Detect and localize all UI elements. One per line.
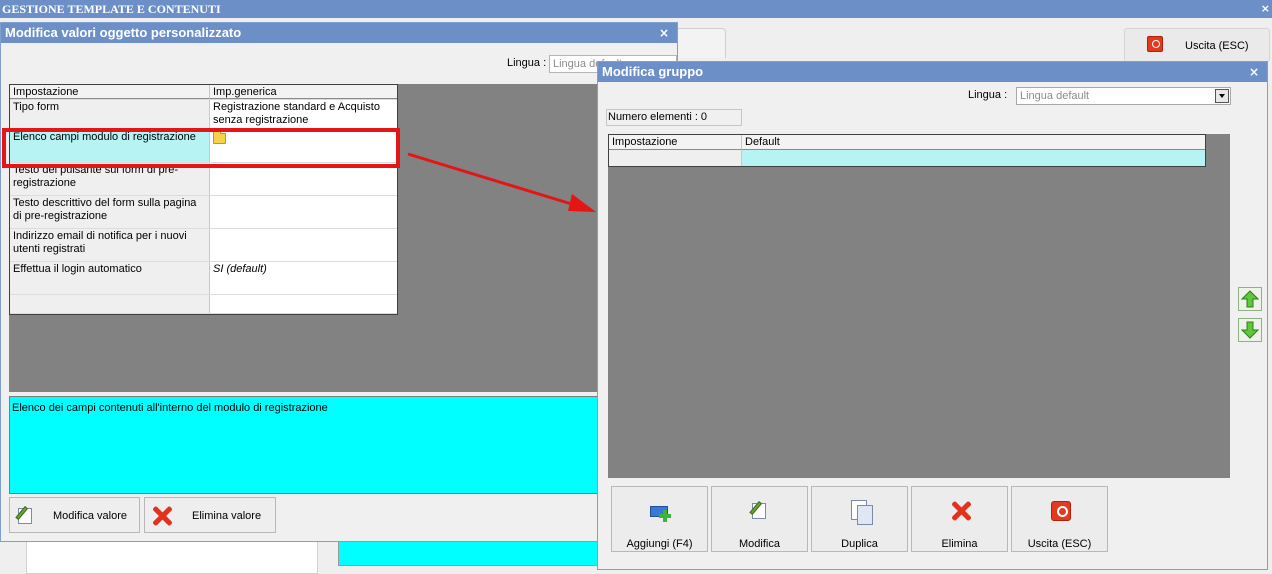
table-row[interactable]: Tipo form Registrazione standard e Acqui… [10, 100, 397, 130]
row-setting: Indirizzo email di notifica per i nuovi … [10, 229, 210, 261]
element-count: Numero elementi : 0 [606, 109, 742, 126]
delete-label: Elimina [941, 538, 978, 550]
table-row[interactable] [10, 295, 397, 314]
dialog1-close-button[interactable]: × [659, 23, 669, 43]
edit-icon [15, 506, 36, 526]
dialog1-titlebar: Modifica valori oggetto personalizzato × [1, 23, 677, 43]
arrow-up-icon [1241, 290, 1259, 308]
background-exit-button[interactable]: Uscita (ESC) [1124, 28, 1270, 62]
edit-group-dialog: Modifica gruppo × Lingua : Lingua defaul… [597, 61, 1268, 570]
dialog2-grid: Impostazione Default [608, 134, 1206, 167]
dialog2-titlebar: Modifica gruppo × [598, 62, 1267, 82]
description-panel: Elenco dei campi contenuti all'interno d… [9, 396, 601, 494]
delete-value-label: Elimina valore [192, 510, 262, 522]
table-row[interactable]: Effettua il login automatico SI (default… [10, 262, 397, 295]
dialog2-close-button[interactable]: × [1249, 62, 1259, 82]
dialog2-grid-area [608, 134, 1230, 478]
app-titlebar: GESTIONE TEMPLATE E CONTENUTI × [0, 0, 1272, 18]
dialog2-language-label: Lingua : [968, 89, 1008, 101]
header-setting: Impostazione [609, 135, 742, 150]
delete-button[interactable]: Elimina [911, 486, 1008, 552]
edit-value-label: Modifica valore [53, 510, 127, 522]
add-button[interactable]: Aggiungi (F4) [611, 486, 708, 552]
exit-button[interactable]: Uscita (ESC) [1011, 486, 1108, 552]
power-icon [1147, 36, 1163, 52]
background-cyan-panel [338, 540, 602, 566]
delete-value-button[interactable]: Elimina valore [144, 497, 276, 533]
table-row[interactable]: Testo descrittivo del form sulla pagina … [10, 196, 397, 229]
move-up-button[interactable] [1238, 287, 1262, 311]
edit-value-button[interactable]: Modifica valore [9, 497, 140, 533]
row-value[interactable]: Registrazione standard e Acquisto senza … [210, 100, 397, 129]
duplicate-label: Duplica [841, 538, 878, 550]
chevron-down-icon[interactable] [1215, 89, 1229, 103]
row-value[interactable] [210, 196, 397, 228]
dialog2-title: Modifica gruppo [602, 64, 704, 79]
header-setting: Impostazione [10, 85, 210, 99]
background-panel [26, 538, 318, 574]
add-item-icon [648, 498, 674, 526]
power-icon [1048, 498, 1074, 526]
header-generic-value: Imp.generica [210, 85, 397, 99]
dialog1-settings-grid: Impostazione Imp.generica Tipo form Regi… [9, 84, 398, 315]
duplicate-icon [848, 498, 874, 526]
row-value[interactable] [210, 295, 397, 313]
dialog1-title: Modifica valori oggetto personalizzato [5, 25, 242, 40]
edit-values-dialog: Modifica valori oggetto personalizzato ×… [0, 22, 678, 542]
annotation-highlight-box [2, 128, 400, 168]
row-value[interactable]: SI (default) [210, 262, 397, 294]
row-setting: Effettua il login automatico [10, 262, 210, 294]
row-setting [10, 295, 210, 313]
grid-header-row: Impostazione Imp.generica [10, 85, 397, 100]
dialog1-language-label: Lingua : [507, 57, 547, 69]
header-default: Default [742, 135, 1205, 150]
row-setting: Testo descrittivo del form sulla pagina … [10, 196, 210, 228]
edit-label: Modifica [739, 538, 780, 550]
row-default-cell[interactable] [742, 150, 1205, 166]
exit-label: Uscita (ESC) [1027, 538, 1092, 550]
delete-icon [151, 505, 173, 527]
app-title: GESTIONE TEMPLATE E CONTENUTI [2, 2, 221, 16]
annotation-arrow [407, 152, 596, 212]
delete-icon [948, 498, 974, 526]
row-value[interactable] [210, 229, 397, 261]
move-down-button[interactable] [1238, 318, 1262, 342]
edit-button[interactable]: Modifica [711, 486, 808, 552]
background-exit-label: Uscita (ESC) [1185, 40, 1249, 52]
dialog2-language-value: Lingua default [1020, 90, 1090, 102]
app-close-button[interactable]: × [1261, 0, 1270, 18]
duplicate-button[interactable]: Duplica [811, 486, 908, 552]
edit-icon [748, 498, 774, 526]
table-row[interactable]: Indirizzo email di notifica per i nuovi … [10, 229, 397, 262]
add-label: Aggiungi (F4) [626, 538, 693, 550]
dialog2-language-select[interactable]: Lingua default [1016, 87, 1231, 105]
arrow-down-icon [1241, 321, 1259, 339]
row-setting: Tipo form [10, 100, 210, 129]
row-setting-cell[interactable] [609, 150, 742, 166]
